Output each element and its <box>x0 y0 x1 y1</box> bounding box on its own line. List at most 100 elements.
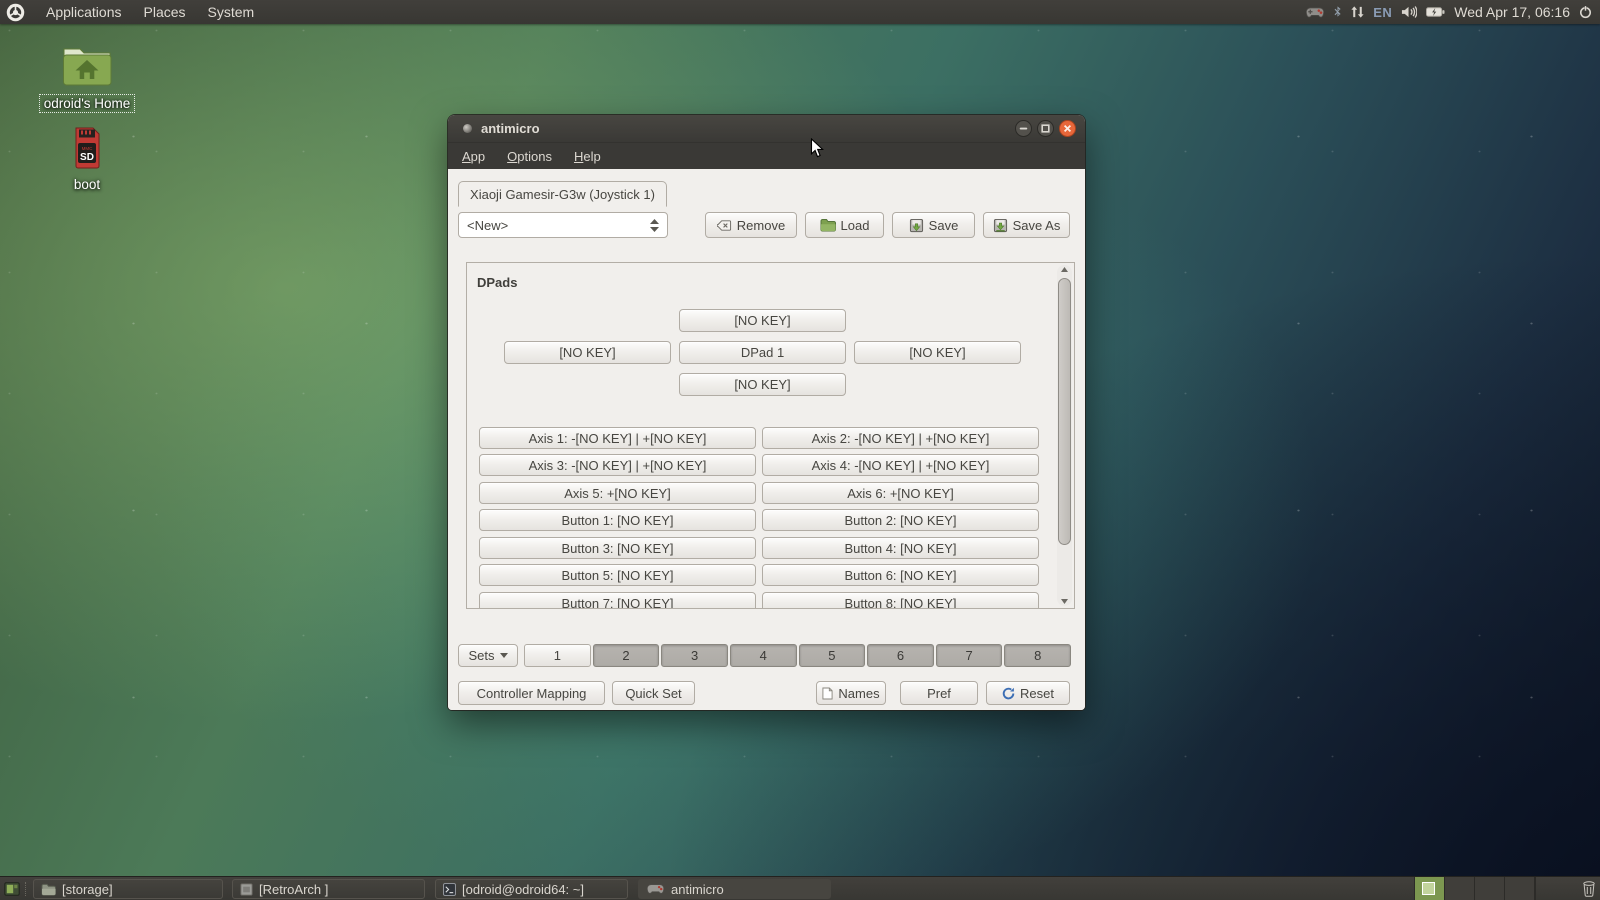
scroll-down-icon[interactable] <box>1057 597 1072 607</box>
button-2-button[interactable]: Button 2: [NO KEY] <box>762 509 1039 531</box>
controller-mapping-button[interactable]: Controller Mapping <box>458 681 605 705</box>
desktop-icon-boot[interactable]: MMC SD boot <box>27 126 147 193</box>
button-6-label: Button 6: [NO KEY] <box>844 567 957 583</box>
battery-icon[interactable] <box>1426 7 1445 17</box>
profile-combobox-value: <New> <box>467 217 509 233</box>
open-folder-icon <box>820 219 836 232</box>
set-tab-8[interactable]: 8 <box>1004 644 1071 667</box>
trash-icon[interactable] <box>1582 880 1596 900</box>
network-arrows-icon[interactable] <box>1351 6 1364 18</box>
axis-3-label: Axis 3: -[NO KEY] | +[NO KEY] <box>528 457 707 473</box>
joystick-tab-label: Xiaoji Gamesir-G3w (Joystick 1) <box>470 186 655 202</box>
dpad-right-button[interactable]: [NO KEY] <box>854 341 1021 364</box>
task-antimicro[interactable]: antimicro <box>638 879 831 899</box>
save-label: Save <box>928 217 959 233</box>
button-7-label: Button 7: [NO KEY] <box>561 595 674 609</box>
button-8-button[interactable]: Button 8: [NO KEY] <box>762 592 1039 609</box>
taskbar: [storage] [RetroArch ] [odroid@odroid64:… <box>0 876 1600 900</box>
maximize-button[interactable] <box>1037 120 1054 137</box>
axis-5-label: Axis 5: +[NO KEY] <box>564 485 671 501</box>
button-1-button[interactable]: Button 1: [NO KEY] <box>479 509 756 531</box>
reset-button[interactable]: Reset <box>986 681 1070 705</box>
vertical-scrollbar[interactable] <box>1057 265 1072 606</box>
document-icon <box>822 687 833 699</box>
menu-applications[interactable]: Applications <box>35 0 133 24</box>
volume-icon[interactable] <box>1401 6 1418 18</box>
dpad-center-button[interactable]: DPad 1 <box>679 341 846 364</box>
dpad-down-button[interactable]: [NO KEY] <box>679 373 846 396</box>
gamepad-tray-icon[interactable] <box>1305 6 1325 19</box>
sets-dropdown-button[interactable]: Sets <box>458 644 518 667</box>
button-7-button[interactable]: Button 7: [NO KEY] <box>479 592 756 609</box>
gamepad-icon <box>646 884 665 894</box>
set-tab-4-label: 4 <box>759 648 767 663</box>
power-icon[interactable] <box>1579 5 1592 19</box>
menu-app[interactable]: App <box>462 149 485 164</box>
button-5-button[interactable]: Button 5: [NO KEY] <box>479 564 756 586</box>
save-as-icon <box>993 218 1007 232</box>
button-8-label: Button 8: [NO KEY] <box>844 595 957 609</box>
set-tab-5[interactable]: 5 <box>798 644 866 667</box>
axis-3-button[interactable]: Axis 3: -[NO KEY] | +[NO KEY] <box>479 454 756 476</box>
save-button[interactable]: Save <box>892 212 975 238</box>
set-tab-1[interactable]: 1 <box>524 644 591 667</box>
task-retroarch[interactable]: [RetroArch ] <box>232 879 425 899</box>
window-titlebar[interactable]: antimicro <box>448 115 1085 143</box>
set-tab-7[interactable]: 7 <box>935 644 1003 667</box>
axis-1-button[interactable]: Axis 1: -[NO KEY] | +[NO KEY] <box>479 427 756 449</box>
button-3-button[interactable]: Button 3: [NO KEY] <box>479 537 756 559</box>
remove-button[interactable]: Remove <box>705 212 797 238</box>
keyboard-layout-indicator[interactable]: EN <box>1373 5 1392 20</box>
workspace-1[interactable] <box>1415 877 1445 900</box>
task-retroarch-label: [RetroArch ] <box>259 881 329 897</box>
pref-button[interactable]: Pref <box>900 681 978 705</box>
minimize-button[interactable] <box>1015 120 1032 137</box>
scroll-up-icon[interactable] <box>1057 266 1072 276</box>
axis-4-button[interactable]: Axis 4: -[NO KEY] | +[NO KEY] <box>762 454 1039 476</box>
button-6-button[interactable]: Button 6: [NO KEY] <box>762 564 1039 586</box>
dpad-up-button[interactable]: [NO KEY] <box>679 309 846 332</box>
retroarch-app-icon <box>240 882 253 896</box>
quick-set-button[interactable]: Quick Set <box>612 681 695 705</box>
joystick-tab[interactable]: Xiaoji Gamesir-G3w (Joystick 1) <box>458 181 667 207</box>
task-terminal[interactable]: [odroid@odroid64: ~] <box>435 879 628 899</box>
window-body: Xiaoji Gamesir-G3w (Joystick 1) <New> Re… <box>448 169 1085 710</box>
names-label: Names <box>838 685 880 701</box>
workspace-3[interactable] <box>1475 877 1505 900</box>
axis-5-button[interactable]: Axis 5: +[NO KEY] <box>479 482 756 504</box>
bluetooth-icon[interactable] <box>1334 6 1342 18</box>
names-button[interactable]: Names <box>816 681 886 705</box>
scrollbar-thumb[interactable] <box>1058 278 1071 545</box>
panel-clock[interactable]: Wed Apr 17, 06:16 <box>1454 4 1570 20</box>
load-button[interactable]: Load <box>805 212 884 238</box>
dpad-left-button[interactable]: [NO KEY] <box>504 341 671 364</box>
workspace-4[interactable] <box>1505 877 1535 900</box>
close-button[interactable] <box>1059 120 1076 137</box>
set-tab-3[interactable]: 3 <box>661 644 728 667</box>
set-tab-2[interactable]: 2 <box>592 644 660 667</box>
menu-help[interactable]: Help <box>574 149 601 164</box>
reset-icon <box>1002 687 1015 699</box>
menu-options[interactable]: Options <box>507 149 552 164</box>
menu-places[interactable]: Places <box>133 0 197 24</box>
svg-text:SD: SD <box>80 152 94 163</box>
panel-handle[interactable] <box>25 882 28 896</box>
desktop-icon-home[interactable]: odroid's Home <box>27 44 147 113</box>
menu-system[interactable]: System <box>197 0 266 24</box>
axis-6-button[interactable]: Axis 6: +[NO KEY] <box>762 482 1039 504</box>
set-tab-4[interactable]: 4 <box>729 644 797 667</box>
show-desktop-icon[interactable] <box>4 881 20 900</box>
axis-2-button[interactable]: Axis 2: -[NO KEY] | +[NO KEY] <box>762 427 1039 449</box>
distro-logo-icon[interactable] <box>6 3 25 22</box>
save-as-button[interactable]: Save As <box>983 212 1070 238</box>
set-tab-6[interactable]: 6 <box>867 644 934 667</box>
profile-combobox[interactable]: <New> <box>458 212 668 238</box>
set-tab-6-label: 6 <box>896 648 905 663</box>
dpad-up-label: [NO KEY] <box>734 313 791 328</box>
spinner-arrows-icon[interactable] <box>650 218 659 232</box>
workspace-2[interactable] <box>1445 877 1475 900</box>
button-4-button[interactable]: Button 4: [NO KEY] <box>762 537 1039 559</box>
axis-6-label: Axis 6: +[NO KEY] <box>847 485 954 501</box>
controller-mapping-label: Controller Mapping <box>476 685 587 701</box>
task-storage[interactable]: [storage] <box>33 879 223 899</box>
